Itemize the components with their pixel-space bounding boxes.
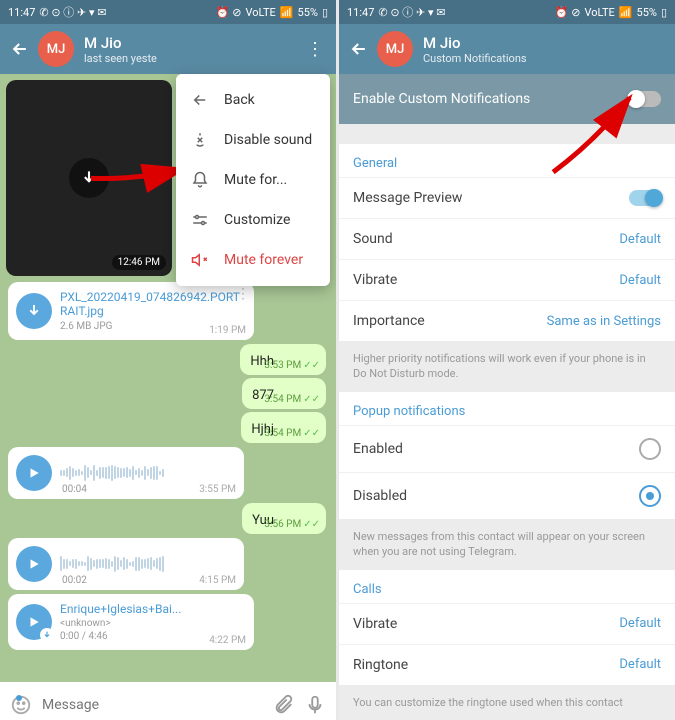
play-icon[interactable] — [16, 546, 52, 582]
read-icon: ✓✓ — [303, 360, 320, 371]
header-info[interactable]: M Jio last seen yeste — [84, 34, 302, 65]
chat-header: MJ M Jio last seen yeste ⋮ — [0, 24, 336, 74]
radio-enabled[interactable] — [639, 438, 661, 460]
file-name: PXL_20220419_074826942.PORTRAIT.jpg — [60, 290, 246, 319]
read-icon: ✓✓ — [303, 428, 320, 439]
out-message[interactable]: 8773:54 PM✓✓ — [242, 378, 326, 409]
back-button[interactable] — [8, 37, 32, 61]
avatar[interactable]: MJ — [377, 31, 413, 67]
mute-icon — [190, 250, 210, 270]
row-calls-ringtone[interactable]: RingtoneDefault — [339, 644, 675, 685]
input-bar — [0, 682, 336, 720]
menu-back[interactable]: Back — [176, 80, 330, 120]
enable-label: Enable Custom Notifications — [353, 91, 530, 107]
download-icon[interactable] — [16, 293, 52, 329]
row-calls-vibrate[interactable]: VibrateDefault — [339, 603, 675, 644]
section-calls: Calls VibrateDefault RingtoneDefault — [339, 570, 675, 685]
back-button[interactable] — [347, 37, 371, 61]
status-bar: 11:47✆ ⊙ ⓘ ✈ ▾ ✉ ⏰ ⊘VoLTE📶55%▯ — [0, 0, 336, 24]
chat-screen: 11:47✆ ⊙ ⓘ ✈ ▾ ✉ ⏰ ⊘VoLTE📶55%▯ MJ M Jio … — [0, 0, 336, 720]
audio-artist: <unknown> — [60, 618, 246, 629]
waveform — [60, 463, 236, 483]
section-title: Popup notifications — [339, 392, 675, 425]
attach-icon[interactable] — [272, 694, 296, 716]
waveform — [60, 554, 236, 574]
menu-mute-for[interactable]: Mute for... — [176, 160, 330, 200]
menu-disable-sound[interactable]: Disable sound — [176, 120, 330, 160]
out-message[interactable]: Hhh3:53 PM✓✓ — [240, 344, 326, 375]
row-sound[interactable]: SoundDefault — [339, 218, 675, 259]
audio-name: Enrique+Iglesias+Bai... — [60, 602, 246, 616]
read-icon: ✓✓ — [303, 394, 320, 405]
voice-message[interactable]: 00:04 3:55 PM — [8, 447, 244, 499]
message-time: 1:19 PM — [209, 325, 246, 336]
hint-general: Higher priority notifications will work … — [339, 341, 675, 392]
bell-icon — [190, 170, 210, 190]
play-icon[interactable] — [16, 604, 52, 640]
menu-mute-forever[interactable]: Mute forever — [176, 240, 330, 280]
play-icon[interactable] — [16, 455, 52, 491]
row-message-preview[interactable]: Message Preview — [339, 177, 675, 218]
status-net: ⏰ ⊘ — [216, 6, 242, 19]
menu-customize[interactable]: Customize — [176, 200, 330, 240]
mic-icon[interactable] — [304, 694, 328, 716]
menu-button[interactable]: ⋮ — [302, 39, 328, 60]
hint-popup: New messages from this contact will appe… — [339, 519, 675, 570]
section-title: Calls — [339, 570, 675, 603]
file-message[interactable]: PXL_20220419_074826942.PORTRAIT.jpg 2.6 … — [8, 282, 254, 340]
section-general: General Message Preview SoundDefault Vib… — [339, 144, 675, 341]
voice-message[interactable]: 00:02 4:15 PM — [8, 538, 244, 590]
read-icon: ✓✓ — [303, 519, 320, 530]
settings-title: M Jio — [423, 34, 667, 52]
section-popup: Popup notifications Enabled Disabled — [339, 392, 675, 519]
chat-subtitle: last seen yeste — [84, 52, 302, 65]
avatar[interactable]: MJ — [38, 31, 74, 67]
settings-body: General Message Preview SoundDefault Vib… — [339, 124, 675, 720]
hint-calls: You can customize the ringtone used when… — [339, 685, 675, 720]
chat-title: M Jio — [84, 34, 302, 52]
audio-message[interactable]: Enrique+Iglesias+Bai... <unknown> 0:00 /… — [8, 594, 254, 650]
status-bar: 11:47✆ ⊙ ⓘ ✈ ▾ ✉ ⏰ ⊘VoLTE📶55%▯ — [339, 0, 675, 24]
emoji-icon[interactable] — [8, 692, 34, 718]
row-importance[interactable]: ImportanceSame as in Settings — [339, 300, 675, 341]
sound-off-icon — [190, 130, 210, 150]
options-menu: Back Disable sound Mute for... Customize… — [176, 74, 330, 286]
back-icon — [190, 90, 210, 110]
out-message[interactable]: Yuu3:56 PM✓✓ — [242, 503, 326, 534]
row-popup-disabled[interactable]: Disabled — [339, 472, 675, 519]
row-vibrate[interactable]: VibrateDefault — [339, 259, 675, 300]
status-time: 11:47 — [8, 6, 35, 19]
settings-subtitle: Custom Notifications — [423, 52, 667, 65]
preview-toggle[interactable] — [629, 190, 661, 206]
row-popup-enabled[interactable]: Enabled — [339, 425, 675, 472]
message-time: 12:46 PM — [112, 255, 166, 270]
out-message[interactable]: Hjhj3:54 PM✓✓ — [241, 412, 326, 443]
customize-icon — [190, 210, 210, 230]
more-icon[interactable]: ⋮ — [236, 286, 250, 302]
radio-disabled[interactable] — [639, 485, 661, 507]
status-icons: ✆ ⊙ ⓘ ✈ ▾ ✉ — [39, 4, 106, 20]
settings-header: MJ M Jio Custom Notifications — [339, 24, 675, 74]
message-input[interactable] — [42, 697, 264, 713]
